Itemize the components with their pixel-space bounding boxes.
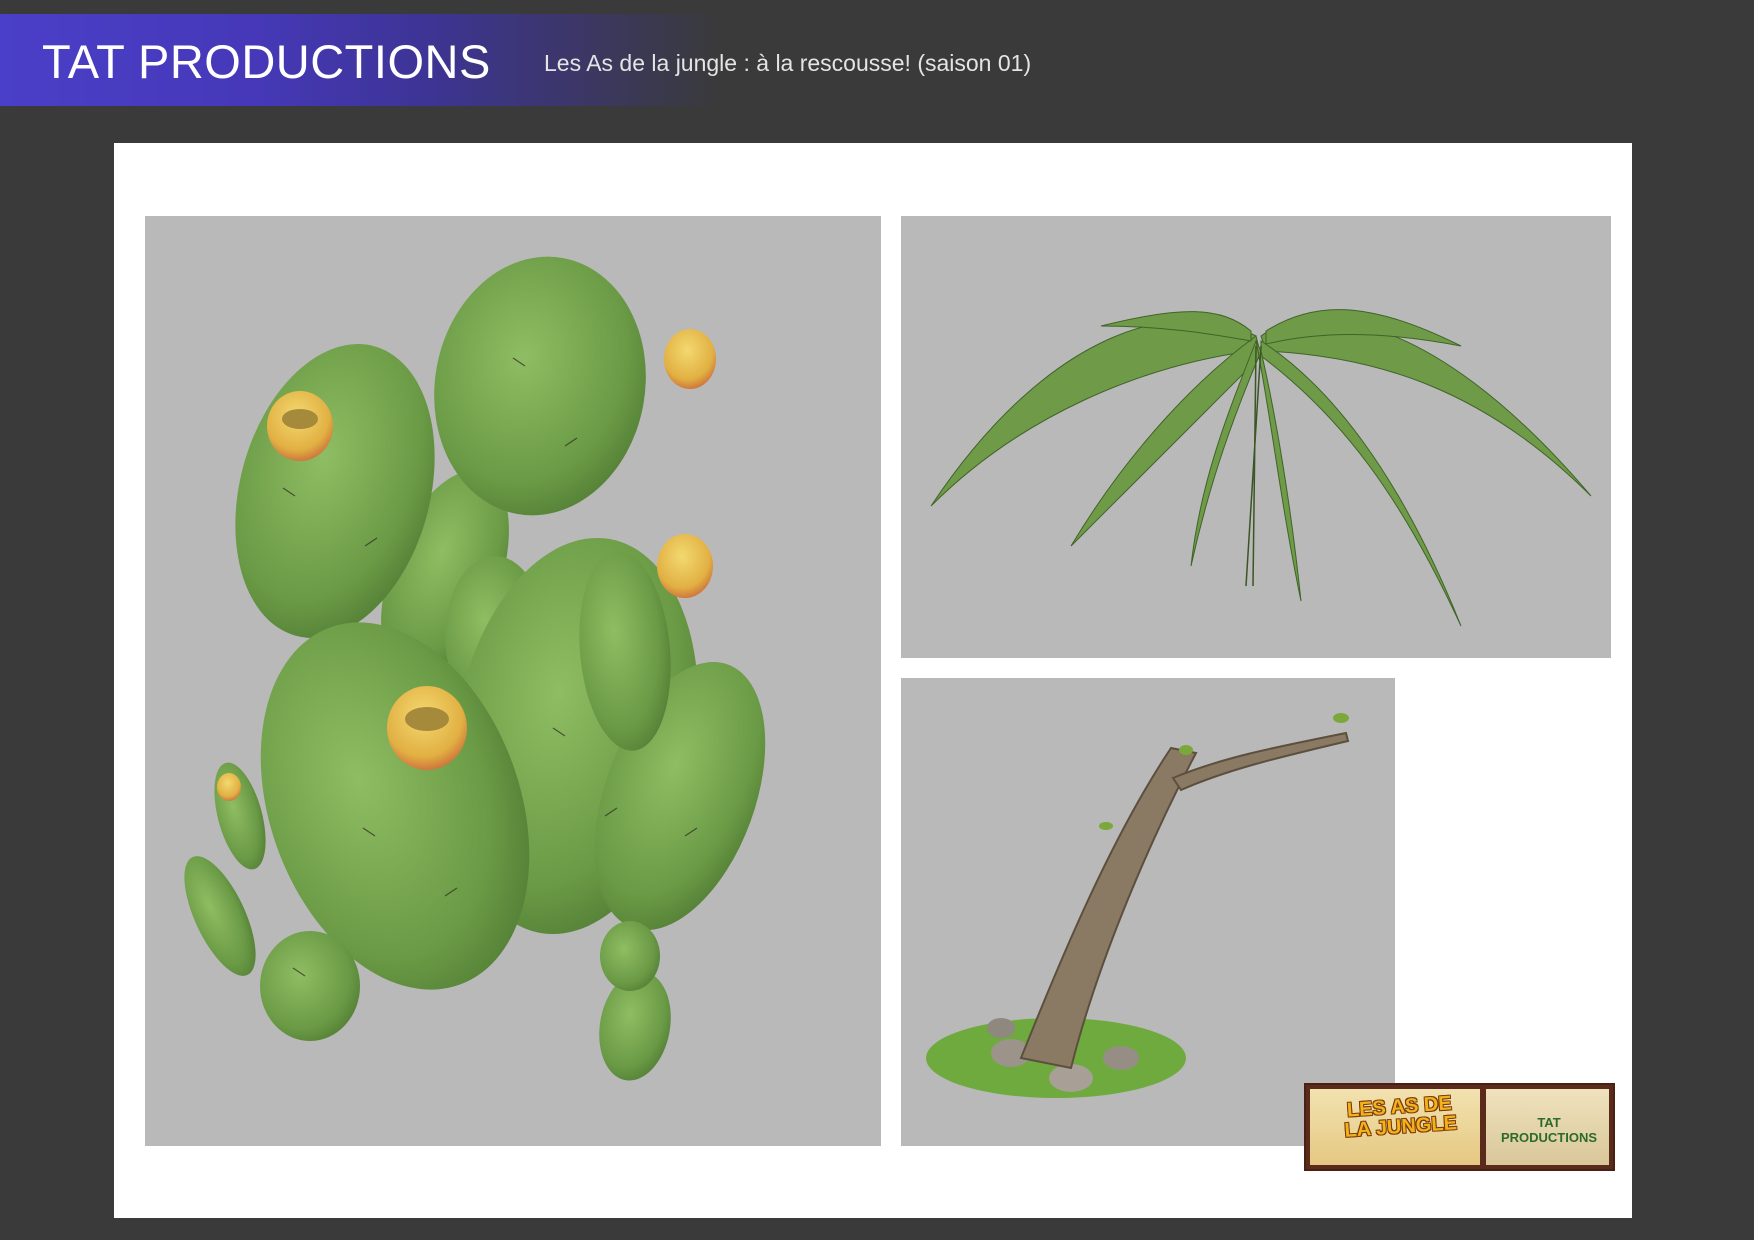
tree-panel <box>901 678 1395 1146</box>
studio-logo: TAT PRODUCTIONS <box>1486 1089 1609 1165</box>
palm-panel <box>901 216 1611 658</box>
tree-illustration <box>926 713 1350 1098</box>
show-logo-banner: LES AS DE LA JUNGLE TAT PRODUCTIONS <box>1304 1083 1615 1171</box>
show-logo-title: LES AS DE LA JUNGLE <box>1343 1092 1458 1142</box>
studio-title: TAT PRODUCTIONS <box>42 35 491 88</box>
studio-logo-text: TAT PRODUCTIONS <box>1500 1115 1598 1145</box>
presentation-sheet: LES AS DE LA JUNGLE TAT PRODUCTIONS <box>114 143 1632 1218</box>
series-subtitle: Les As de la jungle : à la rescousse! (s… <box>544 50 1032 76</box>
show-logo: LES AS DE LA JUNGLE <box>1310 1089 1480 1165</box>
cactus-panel <box>145 216 881 1146</box>
palm-illustration <box>930 309 1592 627</box>
cactus-illustration <box>184 256 766 1081</box>
